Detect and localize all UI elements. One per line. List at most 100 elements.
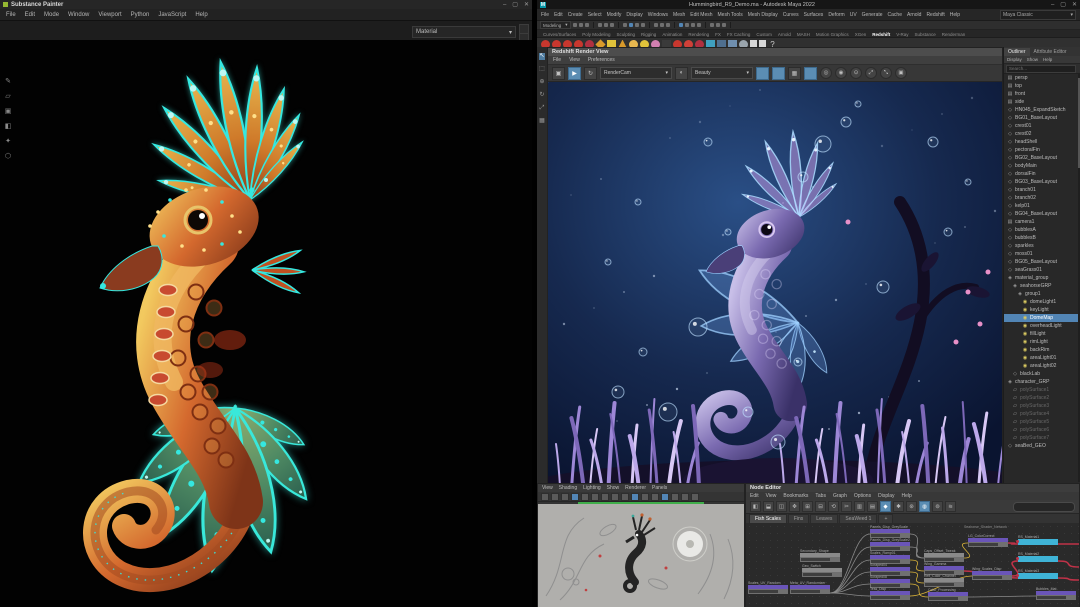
toolbox-tool-5[interactable]: ▦: [539, 118, 545, 125]
ne-tab-[interactable]: +: [878, 514, 893, 523]
outliner-menu-display[interactable]: Display: [1007, 57, 1022, 62]
checker-background-icon[interactable]: ▦: [788, 67, 801, 80]
outliner-item-bg01-baselayout[interactable]: ◇BG01_BaseLayout: [1004, 114, 1080, 122]
outliner-item-seagrass01[interactable]: ◇seaGrass01: [1004, 266, 1080, 274]
vp-toolbar-icon-12[interactable]: [661, 493, 669, 501]
outliner-item-bg04-baselayout[interactable]: ◇BG04_BaseLayout: [1004, 210, 1080, 218]
vp-toolbar-icon-3[interactable]: [571, 493, 579, 501]
ne-toolbar-icon-14[interactable]: ⊚: [932, 501, 943, 512]
ne-toolbar-icon-0[interactable]: ◧: [750, 501, 761, 512]
rsrv-menu-preferences[interactable]: Preferences: [588, 57, 615, 63]
status-icon[interactable]: [598, 23, 602, 27]
maya-menu-help[interactable]: Help: [950, 12, 960, 18]
shelf-tab-redshift[interactable]: Redshift: [872, 32, 890, 37]
vp-toolbar-icon-4[interactable]: [581, 493, 589, 501]
vp-menu-shading[interactable]: Shading: [559, 485, 577, 491]
shelf-tab-substance[interactable]: Substance: [914, 32, 935, 37]
maya-menu-cache[interactable]: Cache: [888, 12, 902, 18]
outliner-item-filllight[interactable]: ◉fillLight: [1004, 330, 1080, 338]
maya-menu-surfaces[interactable]: Surfaces: [804, 12, 824, 18]
outliner-item-bg03-baselayout[interactable]: ◇BG03_BaseLayout: [1004, 178, 1080, 186]
sp-menu-edit[interactable]: Edit: [25, 12, 35, 18]
sp-menu-help[interactable]: Help: [195, 12, 207, 18]
maya-menu-display[interactable]: Display: [626, 12, 642, 18]
sp-tool-[interactable]: ⬡: [5, 153, 11, 161]
vp-toolbar-icon-11[interactable]: [651, 493, 659, 501]
ne-menu-edit[interactable]: Edit: [750, 493, 759, 499]
outliner-item-pectoralfin[interactable]: ◇pectoralFin: [1004, 146, 1080, 154]
sp-tool-[interactable]: ◧: [5, 123, 12, 131]
ne-menu-options[interactable]: Options: [854, 493, 871, 499]
shelf-tab-rigging[interactable]: Rigging: [641, 32, 656, 37]
rsrv-round-icon-2[interactable]: ⊙: [850, 67, 862, 79]
outliner-item-side[interactable]: ▤side: [1004, 98, 1080, 106]
ne-menu-tabs[interactable]: Tabs: [815, 493, 826, 499]
vp-toolbar-icon-14[interactable]: [681, 493, 689, 501]
ne-menu-help[interactable]: Help: [902, 493, 912, 499]
status-icon[interactable]: [716, 23, 720, 27]
graph-node-bubbles-mat[interactable]: Bubbles_Mat: [1036, 587, 1076, 600]
outliner-item-polysurface2[interactable]: ▱polySurface2: [1004, 394, 1080, 402]
status-icon[interactable]: [710, 23, 714, 27]
ne-toolbar-icon-5[interactable]: ⊟: [815, 501, 826, 512]
vp-toolbar-icon-15[interactable]: [691, 493, 699, 501]
tab-attribute-editor[interactable]: Attribute Editor: [1030, 48, 1071, 56]
shelf-tab-sculpting[interactable]: Sculpting: [617, 32, 636, 37]
shelf-tab-mash[interactable]: MASH: [797, 32, 810, 37]
shelf-tab-arnold[interactable]: Arnold: [778, 32, 791, 37]
outliner-item-polysurface5[interactable]: ▱polySurface5: [1004, 418, 1080, 426]
status-icon[interactable]: [666, 23, 670, 27]
shelf-tab-fx[interactable]: FX: [715, 32, 721, 37]
outliner-item-crest01[interactable]: ◇crest01: [1004, 122, 1080, 130]
vp-menu-view[interactable]: View: [542, 485, 553, 491]
outliner-menu-show[interactable]: Show: [1027, 57, 1038, 62]
outliner-item-domelight1[interactable]: ◉domeLight1: [1004, 298, 1080, 306]
camera-select[interactable]: RenderCam▾: [600, 67, 672, 79]
sp-menu-file[interactable]: File: [6, 12, 16, 18]
shelf-tab-xgen[interactable]: XGen: [855, 32, 867, 37]
outliner-item-camera1[interactable]: ▤camera1: [1004, 218, 1080, 226]
maya-menu-redshift[interactable]: Redshift: [926, 12, 944, 18]
vp-menu-show[interactable]: Show: [607, 485, 620, 491]
ne-toolbar-icon-2[interactable]: ◫: [776, 501, 787, 512]
graph-node-meta-uv-randomizer[interactable]: Meta_UV_Randomizer: [790, 581, 830, 594]
toggle-a-button[interactable]: [756, 67, 769, 80]
maya-menu-deform[interactable]: Deform: [828, 12, 844, 18]
ne-toolbar-icon-7[interactable]: ✂: [841, 501, 852, 512]
graph-node-refl-color-channel[interactable]: Refl_Color_Channel: [924, 574, 964, 587]
minimize-icon[interactable]: –: [503, 2, 506, 8]
shelf-tab-renderman[interactable]: Renderman: [942, 32, 966, 37]
maya-menu-edit-mesh[interactable]: Edit Mesh: [690, 12, 712, 18]
ne-menu-display[interactable]: Display: [878, 493, 894, 499]
maya-menu-generate[interactable]: Generate: [862, 12, 883, 18]
outliner-item-moss01[interactable]: ◇moss01: [1004, 250, 1080, 258]
snapshot-icon[interactable]: ▣: [552, 67, 565, 80]
status-icon[interactable]: [604, 23, 608, 27]
outliner-menu-help[interactable]: Help: [1043, 57, 1052, 62]
rendered-image[interactable]: [548, 82, 1002, 484]
shelf-tab-v-ray[interactable]: V-Ray: [896, 32, 908, 37]
rsrv-round-icon-0[interactable]: ◎: [820, 67, 832, 79]
outliner-item-sparkles[interactable]: ◇sparkles: [1004, 242, 1080, 250]
ne-tab-leaves[interactable]: Leaves: [810, 514, 838, 523]
graph-node-scales-uv-random[interactable]: Scales_UV_Random: [748, 581, 788, 594]
outliner-item-backrim[interactable]: ◉backRim: [1004, 346, 1080, 354]
vp-menu-panels[interactable]: Panels: [652, 485, 667, 491]
rsrv-round-icon-4[interactable]: ⤡: [880, 67, 892, 79]
outliner-item-bubblesb[interactable]: ◇bubblesB: [1004, 234, 1080, 242]
outliner-item-seahorsegrp[interactable]: ◈seahorseGRP: [1004, 282, 1080, 290]
graph-node-panels-disp-greyscale[interactable]: Panels_Disp_GreyScale: [870, 525, 910, 538]
refresh-icon[interactable]: ↻: [584, 67, 597, 80]
vp-menu-renderer[interactable]: Renderer: [625, 485, 646, 491]
maya-menu-file[interactable]: File: [541, 12, 549, 18]
graph-node-color-processing[interactable]: Color_Processing: [928, 588, 968, 601]
outliner-item-material-group[interactable]: ◈material_group: [1004, 274, 1080, 282]
shelf-tab-animation[interactable]: Animation: [662, 32, 682, 37]
status-icon[interactable]: [660, 23, 664, 27]
ne-menu-view[interactable]: View: [766, 493, 777, 499]
ne-toolbar-icon-10[interactable]: ◆: [880, 501, 891, 512]
outliner-item-keylight[interactable]: ◉keyLight: [1004, 306, 1080, 314]
outliner-item-arealight02[interactable]: ◉areaLight02: [1004, 362, 1080, 370]
outliner-item-top[interactable]: ▤top: [1004, 82, 1080, 90]
maya-menu-mesh[interactable]: Mesh: [673, 12, 685, 18]
